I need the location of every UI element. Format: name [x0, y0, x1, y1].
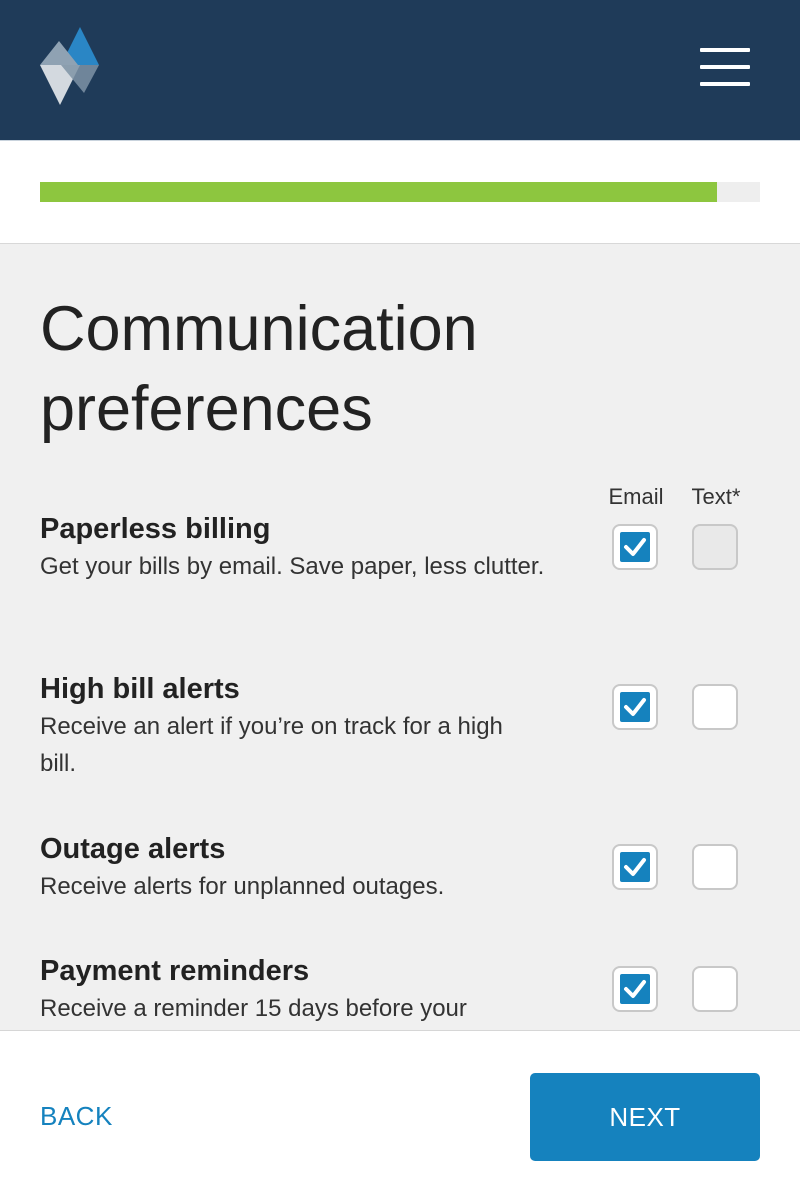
payment-reminders-email-checkbox[interactable]	[612, 966, 658, 1012]
paperless-billing-email-checkbox[interactable]	[612, 524, 658, 570]
main-content: Communication preferences Email Text* Pa…	[0, 244, 800, 1030]
preference-description: Receive alerts for unplanned outages.	[40, 873, 445, 900]
column-header-text: Text*	[691, 484, 741, 509]
paperless-billing-text-checkbox[interactable]	[692, 524, 738, 570]
progress-bar	[40, 182, 760, 202]
outage-alerts-email-checkbox[interactable]	[612, 844, 658, 890]
app-header	[0, 0, 800, 140]
preference-outage-alerts: Outage alerts Receive alerts for unplann…	[40, 832, 580, 905]
preference-high-bill-alerts: High bill alerts Receive an alert if you…	[40, 672, 580, 782]
diamond-logo-icon	[40, 27, 99, 105]
preference-paperless-billing: Paperless billing Get your bills by emai…	[40, 512, 580, 585]
checkmark-icon	[620, 852, 650, 882]
page-title: Communication preferences	[40, 294, 478, 444]
hamburger-menu-icon[interactable]	[700, 48, 750, 88]
high-bill-alerts-text-checkbox[interactable]	[692, 684, 738, 730]
progress-bar-fill	[40, 182, 717, 202]
preference-description: Receive an alert if you’re on track for …	[40, 713, 503, 777]
preference-title: Paperless billing	[40, 513, 271, 545]
next-button[interactable]: NEXT	[530, 1073, 760, 1161]
outage-alerts-text-checkbox[interactable]	[692, 844, 738, 890]
preference-title: High bill alerts	[40, 673, 240, 705]
high-bill-alerts-email-checkbox[interactable]	[612, 684, 658, 730]
checkmark-icon	[620, 692, 650, 722]
checkmark-icon	[620, 532, 650, 562]
payment-reminders-text-checkbox[interactable]	[692, 966, 738, 1012]
checkmark-icon	[620, 974, 650, 1004]
column-header-email: Email	[608, 484, 664, 509]
preference-description: Get your bills by email. Save paper, les…	[40, 553, 545, 580]
progress-section	[0, 140, 800, 244]
preference-payment-reminders: Payment reminders Receive a reminder 15 …	[40, 954, 580, 1027]
preference-description: Receive a reminder 15 days before your	[40, 995, 467, 1022]
footer-bar: BACK NEXT	[0, 1030, 800, 1201]
preference-title: Outage alerts	[40, 833, 226, 865]
back-link[interactable]: BACK	[40, 1101, 113, 1132]
preference-title: Payment reminders	[40, 955, 310, 987]
